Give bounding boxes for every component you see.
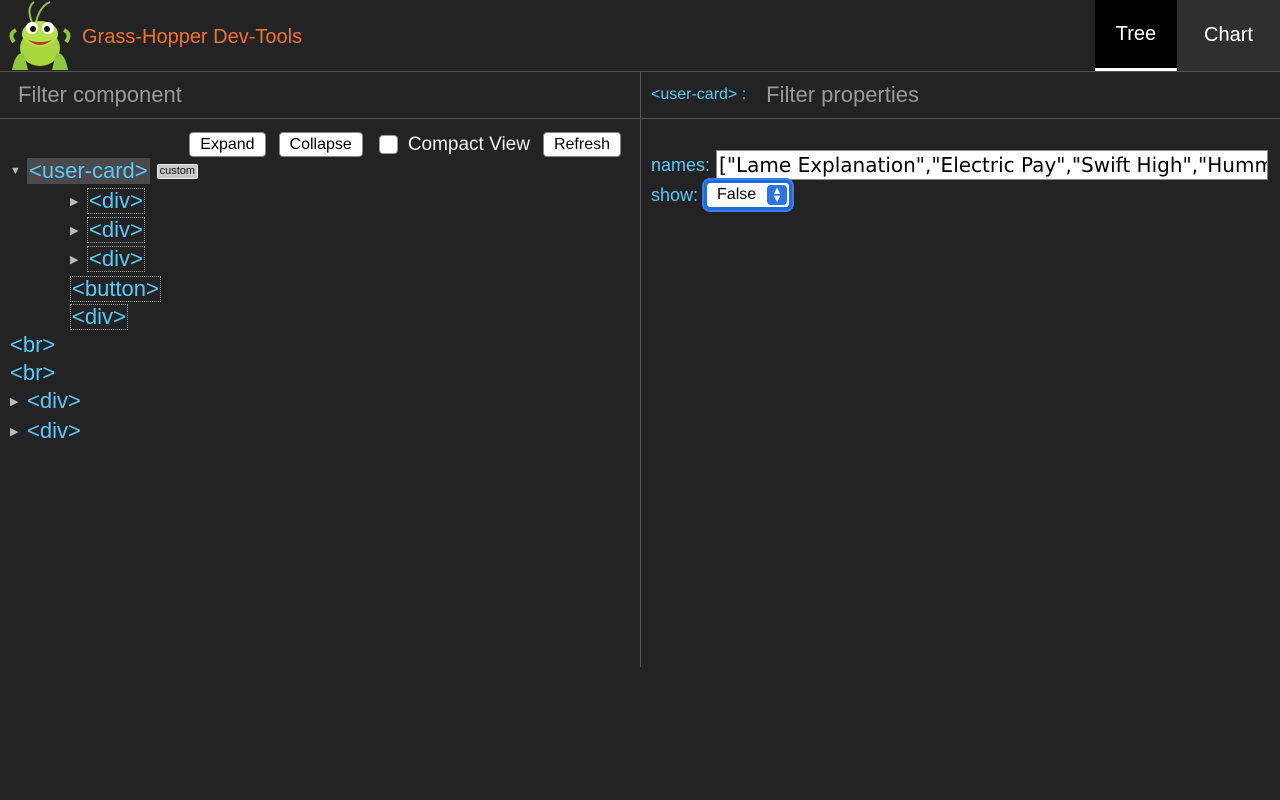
tree-node-label[interactable]: <div> xyxy=(87,217,145,243)
tree-node-div[interactable]: ▶ <div> xyxy=(70,217,145,243)
chevron-updown-icon: ▲ ▼ xyxy=(767,185,788,205)
collapse-button[interactable]: Collapse xyxy=(278,132,363,157)
grasshopper-logo-icon xyxy=(6,0,76,72)
collapsed-arrow-icon[interactable]: ▶ xyxy=(10,425,24,438)
tab-chart[interactable]: Chart xyxy=(1177,0,1280,71)
app-title: Grass-Hopper Dev-Tools xyxy=(82,26,303,48)
compact-view-toggle[interactable]: Compact View xyxy=(378,133,530,156)
app-header: Grass-Hopper Dev-Tools Tree Chart xyxy=(0,0,1280,72)
refresh-button[interactable]: Refresh xyxy=(542,132,621,157)
tree-node-div[interactable]: ▶ <div> xyxy=(70,246,145,272)
tree-node-br[interactable]: <br> xyxy=(10,360,55,386)
tree-node-div[interactable]: ▶ <div> xyxy=(10,388,81,414)
property-names: names: ["Lame Explanation","Electric Pay… xyxy=(651,150,1269,180)
filter-component-input[interactable] xyxy=(16,75,616,115)
tree-node-label[interactable]: <div> xyxy=(87,246,145,272)
tree-node-label[interactable]: <div> xyxy=(27,418,81,444)
selected-component-label: <user-card> : xyxy=(651,86,747,103)
collapsed-arrow-icon[interactable]: ▶ xyxy=(70,224,84,237)
collapsed-arrow-icon[interactable]: ▶ xyxy=(10,395,24,408)
tree-node-user-card[interactable]: ▼ <user-card> custom xyxy=(10,158,199,184)
component-filter-bar xyxy=(0,72,640,119)
tree-node-div[interactable]: <div> xyxy=(70,304,128,330)
properties-panel: <user-card> : names: ["Lame Explanation"… xyxy=(641,72,1280,667)
collapsed-arrow-icon[interactable]: ▶ xyxy=(70,253,84,266)
filter-properties-input[interactable] xyxy=(764,75,1245,115)
tree-node-button[interactable]: <button> xyxy=(70,276,161,302)
expanded-arrow-icon[interactable]: ▼ xyxy=(10,165,24,177)
properties-filter-bar: <user-card> : xyxy=(641,72,1280,119)
expand-button[interactable]: Expand xyxy=(189,132,266,157)
tree-node-br[interactable]: <br> xyxy=(10,332,55,358)
collapsed-arrow-icon[interactable]: ▶ xyxy=(70,195,84,208)
property-label: names: xyxy=(651,154,711,175)
tree-node-div[interactable]: ▶ <div> xyxy=(10,418,81,444)
tree-node-label[interactable]: <user-card> xyxy=(27,158,150,184)
tab-tree[interactable]: Tree xyxy=(1095,0,1177,71)
names-value-field[interactable]: ["Lame Explanation","Electric Pay","Swif… xyxy=(716,150,1269,180)
compact-view-checkbox[interactable] xyxy=(378,135,398,154)
tree-toolbar: Expand Collapse Compact View Refresh xyxy=(176,132,621,157)
tree-node-label[interactable]: <div> xyxy=(87,188,145,214)
tree-node-label[interactable]: <br> xyxy=(10,360,55,386)
tree-node-label[interactable]: <div> xyxy=(27,388,81,414)
show-select-value: False xyxy=(717,186,757,203)
tree-node-label[interactable]: <div> xyxy=(70,304,128,330)
tree-node-label[interactable]: <button> xyxy=(70,276,161,302)
show-select[interactable]: False ▲ ▼ xyxy=(704,180,793,210)
property-show: show: False ▲ ▼ xyxy=(651,180,793,210)
tree-node-div[interactable]: ▶ <div> xyxy=(70,188,145,214)
tree-node-label[interactable]: <br> xyxy=(10,332,55,358)
custom-badge: custom xyxy=(156,163,199,179)
compact-view-label: Compact View xyxy=(407,133,530,155)
property-label: show: xyxy=(651,184,699,205)
component-panel: Expand Collapse Compact View Refresh ▼ <… xyxy=(0,72,641,667)
view-tabs: Tree Chart xyxy=(1095,0,1280,71)
